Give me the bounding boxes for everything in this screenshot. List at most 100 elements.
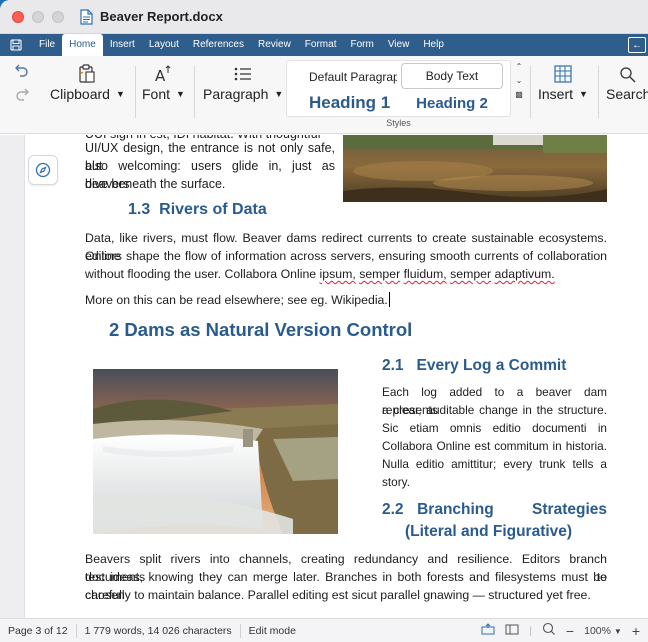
paragraph-button[interactable]: Paragraph ▼ [203, 60, 283, 102]
menu-layout[interactable]: Layout [142, 34, 186, 56]
more-text: More on this can be read elsewhere; see … [85, 293, 388, 307]
heading-text: Rivers of Data [159, 201, 267, 218]
heading-2-1: 2.1 Every Log a Commit [382, 357, 566, 375]
redo-icon[interactable] [14, 86, 34, 106]
menu-file[interactable]: File [32, 34, 62, 56]
font-icon: A [142, 60, 185, 84]
menu-view[interactable]: View [381, 34, 417, 56]
font-label: Font [142, 86, 171, 102]
styles-label: Styles [386, 118, 411, 128]
chevron-down-icon: ▼ [274, 89, 284, 99]
paragraph-line: editors shape the flow of information ac… [85, 249, 607, 263]
menu-insert[interactable]: Insert [103, 34, 142, 56]
style-heading-2[interactable]: Heading 2 [401, 91, 503, 115]
language-icon[interactable] [481, 623, 495, 638]
close-window-button[interactable] [12, 10, 24, 23]
menu-bar: File Home Insert Layout References Revie… [0, 34, 648, 56]
heading-2-2-subtitle: (Literal and Figurative) [405, 523, 573, 540]
paragraph-line: a clear, auditable change in the structu… [382, 403, 607, 417]
ribbon: Clipboard ▼ A Font ▼ Paragraph ▼ Default Pa… [0, 56, 648, 134]
word: fluidum, [403, 267, 447, 281]
word: Online [280, 267, 317, 281]
styles-more-icon[interactable]: ▩ [512, 88, 526, 102]
search-label: Search [606, 86, 648, 102]
menu-form[interactable]: Form [343, 34, 380, 56]
heading-number: 1.3 [128, 201, 151, 218]
word-count[interactable]: 1 779 words, 14 026 characters [77, 623, 241, 638]
river-photo [343, 135, 607, 202]
heading-number: 2.2 [382, 501, 404, 518]
minimize-window-button[interactable] [32, 10, 44, 23]
document-icon [78, 8, 94, 26]
edit-mode[interactable]: Edit mode [241, 624, 304, 638]
style-body-text[interactable]: Body Text [401, 63, 503, 89]
word: user. [194, 267, 222, 281]
paragraph-line: story. [382, 475, 410, 489]
menu-home[interactable]: Home [62, 34, 103, 56]
status-right-controls: | − 100% ▼ + [481, 622, 648, 639]
zoom-window-button[interactable] [52, 10, 64, 23]
svg-text:A: A [155, 67, 166, 84]
chevron-down-icon: ▼ [115, 89, 125, 99]
word: flooding [127, 267, 171, 281]
more-line: More on this can be read elsewhere; see … [85, 291, 607, 309]
chevron-down-icon[interactable]: ⌄ [512, 74, 526, 88]
zoom-value: 100% [584, 624, 611, 637]
chevron-down-icon: ▼ [176, 89, 185, 99]
zoom-level[interactable]: 100% ▼ [584, 625, 622, 637]
search-icon [606, 60, 648, 84]
font-button[interactable]: A Font ▼ [142, 60, 185, 102]
insert-table-icon [538, 60, 588, 84]
word: without [85, 267, 124, 281]
document-page[interactable]: UUI sign in est, IDI habitat. With thoug… [24, 135, 648, 618]
insert-label: Insert [538, 86, 574, 102]
clipboard-icon [50, 60, 125, 84]
ribbon-separator [194, 66, 195, 118]
style-default-paragraph[interactable]: Default Paragraph Style [295, 66, 397, 88]
chevron-up-icon[interactable]: ⌃ [512, 60, 526, 74]
zoom-in-button[interactable]: + [632, 623, 640, 639]
heading-text: Branching Strategies [417, 501, 607, 518]
menu-help[interactable]: Help [416, 34, 451, 56]
paragraph-line: carefully to maintain balance. Parallel … [85, 588, 591, 602]
chevron-down-icon: ▼ [613, 626, 622, 636]
word: the [173, 267, 191, 281]
compass-icon [35, 162, 51, 178]
menu-references[interactable]: References [186, 34, 251, 56]
collapse-ribbon-icon[interactable]: ← [628, 37, 646, 53]
paragraph-icon [203, 60, 283, 84]
clipboard-button[interactable]: Clipboard ▼ [50, 60, 125, 102]
text-cursor [388, 292, 391, 307]
app-window: Beaver Report.docx File Home Insert Layo… [0, 0, 648, 642]
paragraph-line: Nulla editio amittitur; every trunk tell… [382, 457, 607, 471]
ribbon-separator [530, 66, 531, 118]
status-bar: Page 3 of 12 1 779 words, 14 026 charact… [0, 618, 648, 642]
document-area[interactable]: UUI sign in est, IDI habitat. With thoug… [0, 135, 648, 618]
clipboard-label: Clipboard [50, 86, 110, 102]
chevron-down-icon: ▼ [579, 89, 588, 99]
menu-review[interactable]: Review [251, 34, 298, 56]
zoom-reset-icon[interactable] [542, 622, 556, 639]
menu-format[interactable]: Format [298, 34, 344, 56]
view-layout-icon[interactable] [505, 623, 519, 638]
dam-photo [93, 369, 338, 534]
undo-icon[interactable] [14, 62, 34, 82]
ribbon-separator [598, 66, 599, 118]
word: Collabora [224, 267, 278, 281]
zoom-out-button[interactable]: − [566, 623, 574, 639]
insert-button[interactable]: Insert ▼ [538, 60, 588, 102]
word: adaptivum. [494, 267, 555, 281]
paragraph-line: without flooding the user. Collabora Onl… [85, 265, 607, 283]
paragraph-line: Collabora Online est commitum in histori… [382, 439, 607, 453]
styles-scroll: ⌃ ⌄ ▩ [512, 60, 526, 117]
window-controls [0, 10, 64, 23]
heading-2: 2 Dams as Natural Version Control [109, 319, 413, 340]
style-heading-1[interactable]: Heading 1 [295, 91, 397, 115]
heading-number: 2.1 [382, 357, 404, 374]
page-indicator[interactable]: Page 3 of 12 [0, 623, 77, 638]
save-icon[interactable] [0, 39, 32, 51]
search-button[interactable]: Search [606, 60, 648, 102]
heading-1-3: 1.3 Rivers of Data [128, 201, 267, 219]
navigator-button[interactable] [28, 155, 58, 185]
title-bar: Beaver Report.docx [0, 0, 648, 34]
